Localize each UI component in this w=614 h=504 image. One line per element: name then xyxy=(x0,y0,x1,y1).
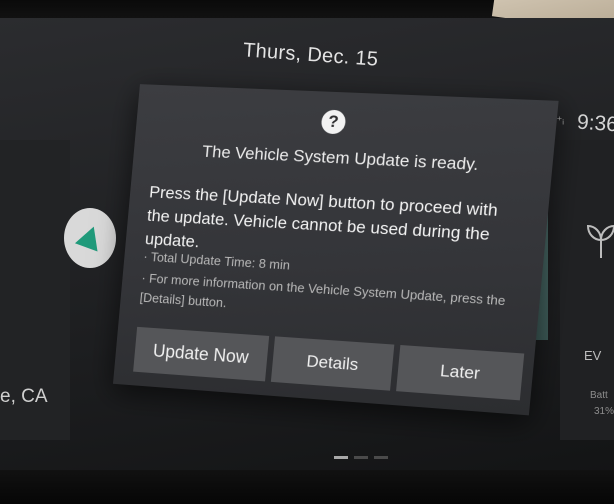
signal-icon: ⁺ᵢ xyxy=(556,115,564,127)
clock-text: 9:36 xyxy=(576,110,614,137)
location-text: e, CA xyxy=(0,386,48,407)
ev-label: EV xyxy=(584,348,602,363)
update-dialog: ? The Vehicle System Update is ready. Pr… xyxy=(112,84,559,416)
battery-label: Batt xyxy=(590,390,608,401)
page-dot[interactable] xyxy=(334,456,348,459)
car-display: e, CA EV Batt 31% Thurs, Dec. 15 ⁺ᵢ 9:36… xyxy=(0,0,614,504)
battery-value: 31% xyxy=(594,406,614,417)
bottom-bezel xyxy=(0,470,614,504)
later-button[interactable]: Later xyxy=(396,345,525,401)
details-button[interactable]: Details xyxy=(270,336,395,391)
update-now-button[interactable]: Update Now xyxy=(133,326,270,382)
question-icon: ? xyxy=(320,109,347,135)
page-indicator xyxy=(334,456,388,459)
dialog-title: The Vehicle System Update is ready. xyxy=(201,141,480,175)
dialog-button-row: Update Now Details Later xyxy=(133,326,525,401)
page-dot[interactable] xyxy=(354,456,368,459)
page-dot[interactable] xyxy=(374,456,388,459)
navigation-arrow-icon xyxy=(64,208,116,268)
leaf-icon xyxy=(586,224,614,258)
